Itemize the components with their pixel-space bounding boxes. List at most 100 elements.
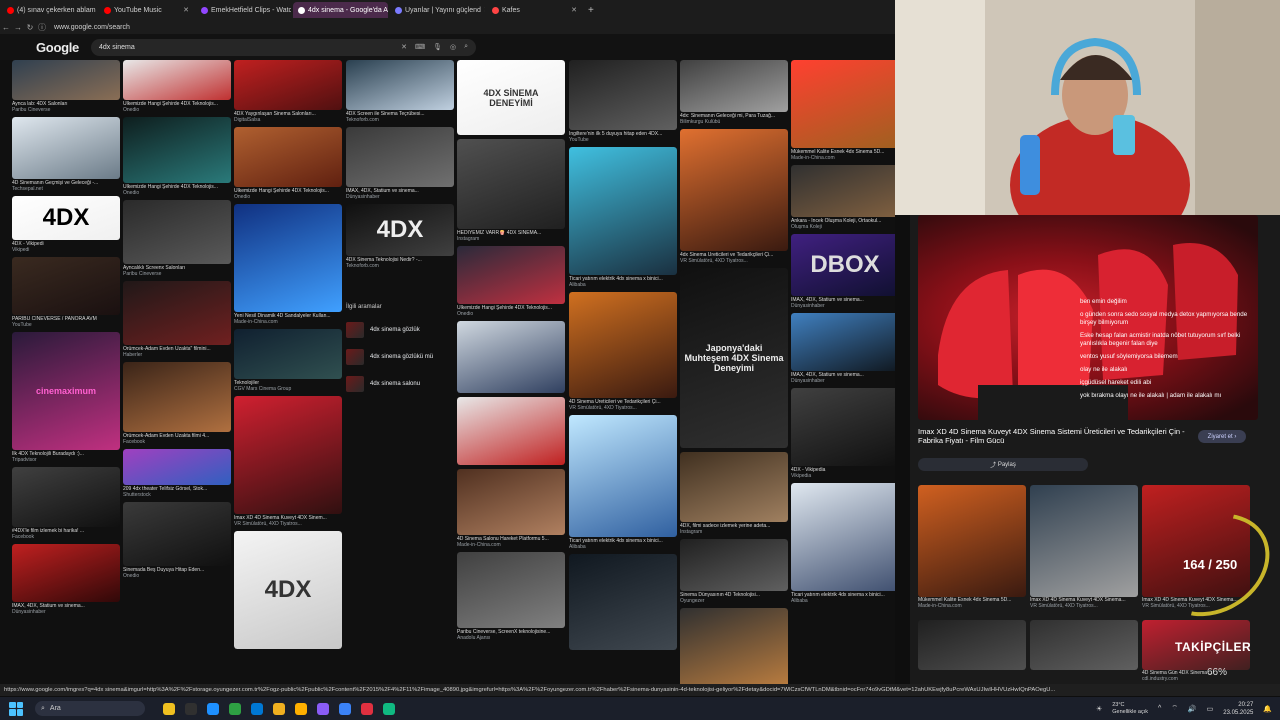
forward-icon[interactable]: →: [12, 23, 24, 32]
result-thumbnail[interactable]: cinemaximum: [12, 332, 120, 450]
result-thumbnail[interactable]: [569, 60, 677, 130]
related-thumbnail[interactable]: [1030, 485, 1138, 597]
related-thumbnail[interactable]: [918, 620, 1026, 670]
result-thumbnail[interactable]: [680, 539, 788, 591]
result-thumbnail[interactable]: [123, 117, 231, 183]
volume-icon[interactable]: 🔊: [1188, 705, 1197, 713]
result-thumbnail[interactable]: [569, 554, 677, 650]
system-clock[interactable]: 20:27 23.05.2025: [1223, 701, 1253, 717]
image-result[interactable]: 4DX 4DX Sinema Teknolojisi Nedir? -... Tek…: [346, 204, 454, 269]
image-result[interactable]: 4D Sinemanın Geçmişi ve Geleceği -... Tec…: [12, 117, 120, 192]
image-result[interactable]: 4DX SİNEMA DENEYİMİ: [457, 60, 565, 135]
result-thumbnail[interactable]: 4DX SİNEMA DENEYİMİ: [457, 60, 565, 135]
result-thumbnail[interactable]: [457, 552, 565, 628]
related-image[interactable]: [918, 620, 1026, 670]
network-icon[interactable]: ⌔: [1171, 704, 1178, 713]
image-result[interactable]: 209 4dx theater Telifsiz Görsel, Stok...…: [123, 449, 231, 498]
related-thumbnail[interactable]: [918, 485, 1026, 597]
related-search-item[interactable]: 4dx sinema salonu: [346, 370, 454, 397]
image-result[interactable]: Japonya'daki Muhteşem 4DX Sinema Deneyim…: [680, 268, 788, 448]
result-thumbnail[interactable]: 4DX: [12, 196, 120, 240]
image-result[interactable]: IMAX, 4DX, Statium ve sinema... Dünyasinh…: [12, 544, 120, 615]
result-thumbnail[interactable]: [680, 60, 788, 112]
image-result[interactable]: İngiltere'nin ilk 5 duyuya hitap eden 4D…: [569, 60, 677, 143]
image-result[interactable]: Mükemmel Kalite Esnek 4dx Sinema 5D... Ma…: [791, 60, 895, 161]
url-text[interactable]: www.google.com/search: [54, 24, 130, 31]
result-thumbnail[interactable]: [791, 60, 895, 148]
result-thumbnail[interactable]: [123, 502, 231, 566]
taskbar-app-icon[interactable]: [361, 702, 373, 715]
image-result[interactable]: Sinema Dünyasının 4D Teknolojisi... Oyung…: [680, 539, 788, 604]
image-result[interactable]: Aynca lab: 4DX Salonları Paribu Cineverse: [12, 60, 120, 113]
google-logo[interactable]: Google: [36, 40, 79, 55]
image-result[interactable]: 4DX - Vikipedia Vikipedia: [791, 388, 895, 479]
image-result[interactable]: Ülkemizde Hangi Şehirde 4DX Teknolojis..…: [123, 60, 231, 113]
preview-title[interactable]: Imax XD 4D Sinema Kuveyt 4DX Sinema Sist…: [918, 427, 1188, 445]
image-result[interactable]: Ankara - İncek Oluşma Koleji, Ortaokul..…: [791, 165, 895, 230]
search-input[interactable]: 4dx sinema ✕ ⌨ 🎙 ◎ ⌕: [90, 38, 476, 56]
tab-3[interactable]: 4dx sinema - Google'da A✕: [293, 2, 388, 18]
image-result[interactable]: Örümcek-Adam Evden Uzakta filmi 4... Face…: [123, 362, 231, 445]
result-thumbnail[interactable]: [234, 204, 342, 312]
result-thumbnail[interactable]: [234, 60, 342, 110]
image-result[interactable]: 4dx: Sinemanın Geleceği mi, Para Tuzağ..…: [680, 60, 788, 125]
taskbar-app-icon[interactable]: [207, 702, 219, 715]
image-result[interactable]: 4DX 4DX - Vikipedi Vikipedi: [12, 196, 120, 253]
microphone-icon[interactable]: 🎙: [433, 43, 442, 51]
related-search-item[interactable]: 4dx sinema gözlük: [346, 316, 454, 343]
taskbar-app-icon[interactable]: [317, 702, 329, 715]
image-result[interactable]: 4DX: [234, 531, 342, 649]
result-caption[interactable]: Ülkemizde Hangi Şehirde 4DX Teknolojis..…: [457, 305, 565, 311]
image-result[interactable]: 4DX Nedir? | TeknoDiot.comTeknoDiot.com: [680, 608, 788, 684]
result-thumbnail[interactable]: [791, 483, 895, 591]
result-thumbnail[interactable]: [791, 388, 895, 466]
taskbar-app-icon[interactable]: [163, 702, 175, 715]
tab-close-icon[interactable]: ✕: [183, 6, 189, 14]
result-thumbnail[interactable]: [457, 139, 565, 229]
tab-close-icon[interactable]: ✕: [484, 6, 485, 14]
share-button[interactable]: ⤴ Paylaş: [918, 458, 1088, 471]
result-thumbnail[interactable]: [457, 321, 565, 393]
clear-icon[interactable]: ✕: [401, 43, 407, 51]
image-result[interactable]: DBOX IMAX, 4DX, Statium ve sinema... Dünya…: [791, 234, 895, 309]
search-query[interactable]: 4dx sinema: [99, 44, 393, 51]
taskbar-app-icon[interactable]: [339, 702, 351, 715]
image-result[interactable]: Örümcek-Adam Evden Uzakta" filmini... Hab…: [123, 281, 231, 358]
result-thumbnail[interactable]: [680, 452, 788, 522]
related-image[interactable]: Mükemmel Kalite Esnek 4dx Sinema 5D... Ma…: [918, 485, 1026, 609]
image-result[interactable]: PARIBU CINEVERSE / PANORA AVM YouTube: [12, 257, 120, 328]
result-thumbnail[interactable]: [123, 362, 231, 432]
related-image[interactable]: [1030, 620, 1138, 670]
image-result[interactable]: 4DX Yaygınlaşan Sinema Salonları... Digit…: [234, 60, 342, 123]
image-result[interactable]: Ticari yatırım elektrik 4dx sinema x bin…: [569, 415, 677, 550]
result-thumbnail[interactable]: [569, 292, 677, 398]
result-thumbnail[interactable]: [680, 129, 788, 251]
image-result[interactable]: Imax XD 4D Sinema Kuveyt 4DX Sinem... VR …: [234, 396, 342, 527]
image-result[interactable]: [569, 554, 677, 650]
tab-0[interactable]: (4) sınav çekerken ablam✕: [2, 2, 97, 18]
keyboard-icon[interactable]: ⌨: [415, 43, 425, 51]
image-result[interactable]: Ticari yatırım elektrik 4dx sinema x bin…: [569, 147, 677, 288]
tab-5[interactable]: Kafes ✕: [487, 2, 582, 18]
taskbar-app-icon[interactable]: [251, 702, 263, 715]
related-image[interactable]: Imax XD 4D Sinema Kuveyt 4DX Sinema... VR…: [1030, 485, 1138, 609]
tab-close-icon[interactable]: ✕: [571, 6, 577, 14]
image-result[interactable]: cinemaximum İlk 4DX Teknolojili Buradaydı…: [12, 332, 120, 463]
result-thumbnail[interactable]: [457, 397, 565, 465]
result-caption[interactable]: Ülkemizde Hangi Şehirde 4DX Teknolojis..…: [123, 101, 231, 107]
reload-icon[interactable]: ↻: [24, 23, 36, 32]
result-thumbnail[interactable]: [12, 467, 120, 527]
weather-widget[interactable]: 23°C Genellikle açık: [1112, 702, 1148, 716]
image-result[interactable]: IMAX, 4DX, Statium ve sinema... Dünyasinh…: [346, 127, 454, 200]
image-result[interactable]: 4DX, filmi sadece izlemek yerine adeta..…: [680, 452, 788, 535]
weather-icon[interactable]: ☀: [1096, 705, 1102, 713]
visit-button[interactable]: Ziyaret et ›: [1198, 430, 1246, 443]
result-thumbnail[interactable]: [234, 329, 342, 379]
result-thumbnail[interactable]: [234, 396, 342, 514]
search-icon[interactable]: ⌕: [464, 43, 468, 51]
related-thumbnail[interactable]: [1030, 620, 1138, 670]
image-result[interactable]: Ülkemizde Hangi Şehirde 4DX Teknolojis..…: [457, 246, 565, 317]
result-thumbnail[interactable]: [123, 200, 231, 264]
taskbar-app-icon[interactable]: [383, 702, 395, 715]
image-result[interactable]: HEDİYEMİZ VARR🍿 4DX SİNEMA... Instagram: [457, 139, 565, 242]
